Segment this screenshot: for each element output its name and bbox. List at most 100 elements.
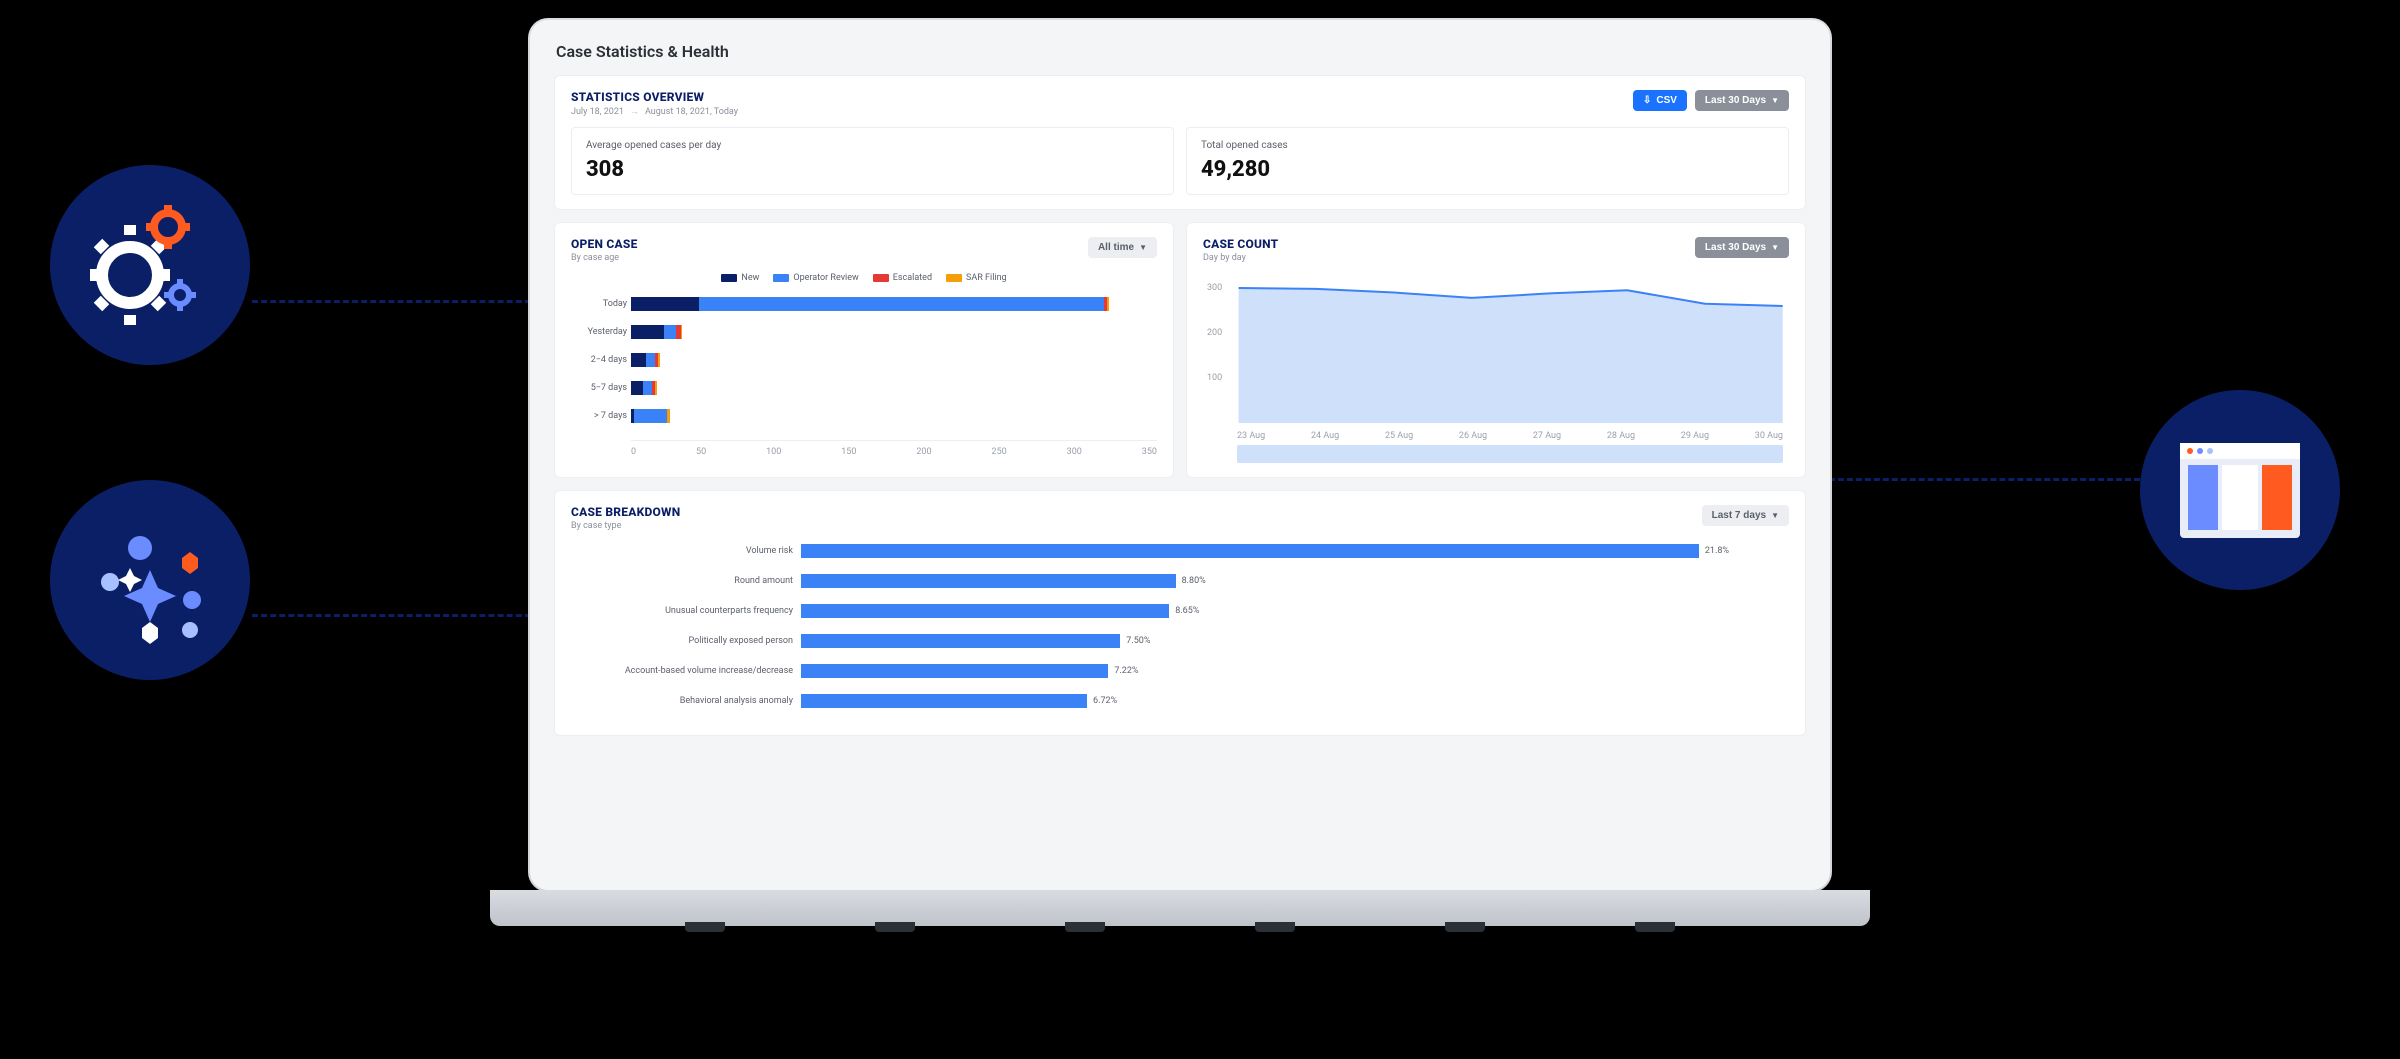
y-tick: 100 [1207,373,1222,383]
y-tick: 300 [1207,283,1222,293]
hbar-label: 2−4 days [571,355,627,365]
hbar-label: Today [571,299,627,309]
hbar-segment [631,325,664,339]
x-tick: 0 [631,447,636,457]
breakdown-label: Volume risk [571,546,793,556]
x-tick: 24 Aug [1311,431,1339,441]
overview-date-range: July 18, 2021 → August 18, 2021, Today [571,106,738,117]
breakdown-bar [801,574,1176,588]
arrow-right-icon: → [630,106,639,117]
breakdown-bar [801,604,1169,618]
y-tick: 200 [1207,328,1222,338]
x-tick: 26 Aug [1459,431,1487,441]
hbar-row: > 7 days [631,407,1157,425]
hbar-segment [631,297,699,311]
x-tick: 29 Aug [1681,431,1709,441]
overview-title: STATISTICS OVERVIEW [571,90,738,104]
x-tick: 350 [1142,447,1157,457]
breakdown-label: Politically exposed person [571,636,793,646]
x-tick: 100 [766,447,781,457]
connector-line [1820,478,2140,481]
hbar-track [631,325,1157,339]
x-axis: 050100150200250300350 [631,440,1157,457]
hbar-label: 5−7 days [571,383,627,393]
legend-swatch [721,274,737,282]
connector-line [252,614,540,617]
overview-range-dropdown[interactable]: Last 30 Days ▼ [1695,90,1789,111]
breakdown-row: Round amount8.80% [801,571,1729,591]
legend-label: SAR Filing [966,273,1007,283]
case-count-range-dropdown[interactable]: Last 30 Days ▼ [1695,237,1789,258]
breakdown-value: 21.8% [1705,546,1729,556]
legend-label: New [741,273,759,283]
export-csv-button[interactable]: ⇩ CSV [1633,90,1687,111]
hbar-segment [655,381,657,395]
hbar-track [631,353,1157,367]
legend-item: Operator Review [773,273,858,283]
case-count-chart: 10020030023 Aug24 Aug25 Aug26 Aug27 Aug2… [1203,273,1789,463]
x-tick: 28 Aug [1607,431,1635,441]
stat-avg-opened: Average opened cases per day 308 [571,127,1174,195]
breakdown-range-dropdown[interactable]: Last 7 days ▼ [1702,505,1789,526]
chevron-down-icon: ▼ [1139,243,1147,252]
open-case-range-dropdown[interactable]: All time ▼ [1088,237,1157,258]
legend-swatch [773,274,789,282]
legend-item: Escalated [873,273,932,283]
x-axis: 23 Aug 24 Aug 25 Aug 26 Aug 27 Aug 28 Aug 29 A… [1237,431,1783,441]
stat-total-opened: Total opened cases 49,280 [1186,127,1789,195]
hbar-label: Yesterday [571,327,627,337]
stat-value: 49,280 [1201,157,1774,182]
hbar-segment [699,297,1105,311]
hbar-segment [643,381,652,395]
breakdown-row: Volume risk21.8% [801,541,1729,561]
open-case-chart: Today Yesterday 2−4 days 5−7 days > 7 days 0 5… [571,295,1157,457]
hbar-segment [634,409,667,423]
open-case-subtitle: By case age [571,253,638,263]
page-title: Case Statistics & Health [556,42,1806,61]
hbar-segment [681,325,683,339]
hbar-track [631,409,1157,423]
x-tick: 250 [992,447,1007,457]
breakdown-bar [801,544,1699,558]
hbar-row: Today [631,295,1157,313]
breakdown-bar [801,664,1108,678]
hbar-segment [631,381,643,395]
brush-scrubber[interactable] [1237,445,1783,463]
legend-item: New [721,273,759,283]
legend-label: Operator Review [793,273,858,283]
breakdown-label: Behavioral analysis anomaly [571,696,793,706]
hbar-segment [631,353,646,367]
hbar-row: 5−7 days [631,379,1157,397]
case-count-subtitle: Day by day [1203,253,1278,263]
legend-swatch [873,274,889,282]
open-case-panel: OPEN CASE By case age All time ▼ NewOper… [554,222,1174,478]
x-tick: 300 [1067,447,1082,457]
case-count-panel: CASE COUNT Day by day Last 30 Days ▼ 100… [1186,222,1806,478]
breakdown-chart: Volume risk21.8%Round amount8.80%Unusual… [571,541,1789,711]
legend-label: Escalated [893,273,932,283]
breakdown-row: Politically exposed person7.50% [801,631,1729,651]
hbar-segment [667,409,670,423]
breakdown-value: 7.22% [1114,666,1138,676]
hbar-segment [1107,297,1109,311]
hbar-label: > 7 days [571,411,627,421]
breakdown-row: Behavioral analysis anomaly6.72% [801,691,1729,711]
x-tick: 30 Aug [1755,431,1783,441]
chevron-down-icon: ▼ [1771,511,1779,520]
case-breakdown-panel: CASE BREAKDOWN By case type Last 7 days … [554,490,1806,736]
open-case-legend: New Operator Review Escalated SAR Filing [571,273,1157,283]
hbar-row: Yesterday [631,323,1157,341]
x-tick: 23 Aug [1237,431,1265,441]
x-tick: 25 Aug [1385,431,1413,441]
breakdown-value: 8.65% [1175,606,1199,616]
hbar-segment [658,353,660,367]
decorative-gears-icon [50,165,250,365]
x-tick: 27 Aug [1533,431,1561,441]
x-tick: 200 [916,447,931,457]
decorative-window-icon [2140,390,2340,590]
breakdown-row: Account-based volume increase/decrease7.… [801,661,1729,681]
chevron-down-icon: ▼ [1771,243,1779,252]
breakdown-title: CASE BREAKDOWN [571,505,680,519]
x-tick: 50 [696,447,706,457]
legend-swatch [946,274,962,282]
